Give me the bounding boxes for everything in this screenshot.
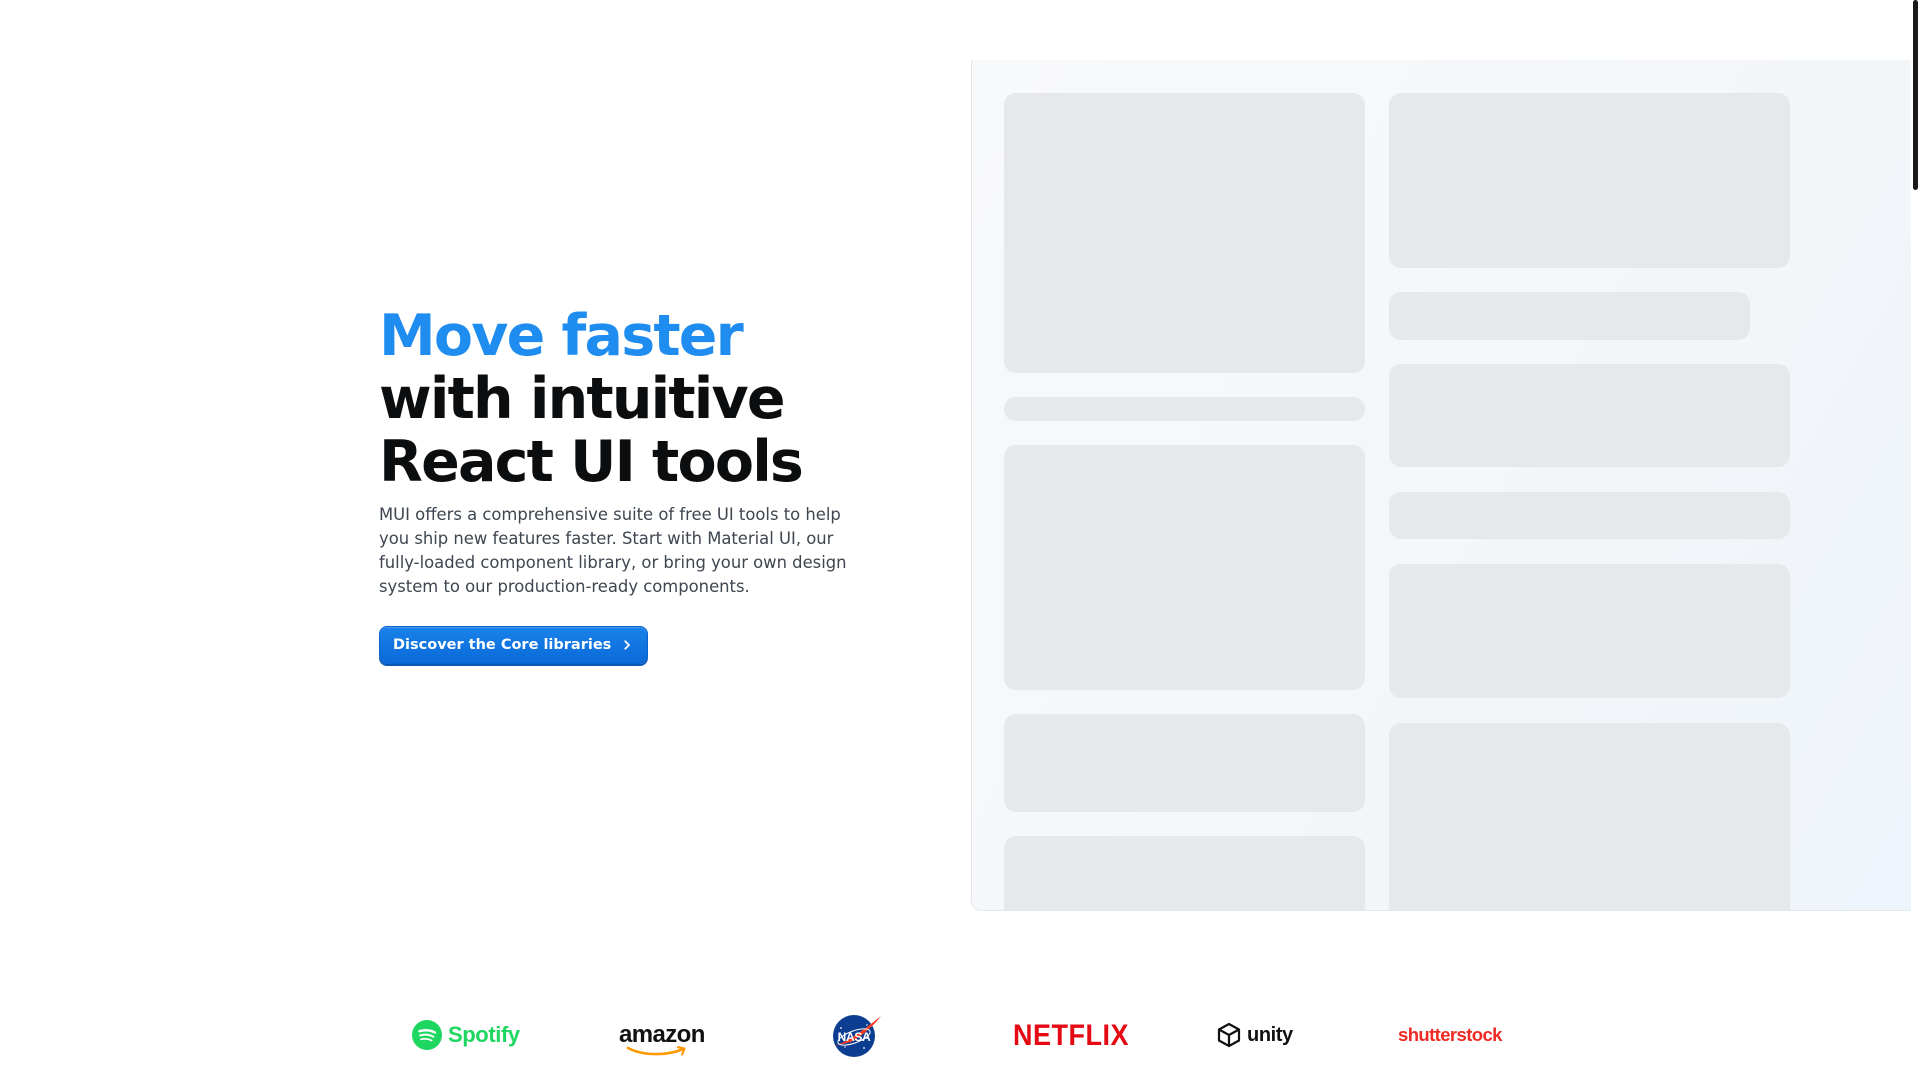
skeleton-bar [1389, 492, 1790, 539]
unity-logo: unity [1216, 1005, 1293, 1065]
discover-core-libraries-button[interactable]: Discover the Core libraries [379, 626, 649, 664]
spotify-wordmark: Spotify [448, 1022, 520, 1047]
netflix-wordmark: NETFLIX [1013, 1017, 1129, 1051]
unity-cube-icon [1217, 1022, 1241, 1048]
amazon-logo: amazon [619, 1005, 705, 1065]
skeleton-card [1389, 723, 1790, 910]
skeleton-card [1004, 714, 1365, 812]
amazon-smile-icon [626, 1046, 686, 1056]
nasa-wordmark: NASA [838, 1030, 871, 1044]
headline-line-2: with intuitive [379, 366, 786, 432]
skeleton-bar [1389, 292, 1750, 340]
skeleton-card [1389, 364, 1790, 467]
cta-label: Discover the Core libraries [393, 637, 612, 653]
headline-accent: Move faster [379, 303, 744, 369]
skeleton-card [1389, 93, 1790, 268]
nasa-meatball-icon: NASA [833, 1015, 881, 1057]
shutterstock-wordmark: shutterstock [1398, 1024, 1502, 1045]
chevron-right-icon [624, 640, 631, 650]
nasa-logo: NASA [831, 1005, 883, 1065]
skeleton-card [1004, 93, 1365, 373]
component-showcase [971, 60, 1912, 911]
hero-text-block: Move faster with intuitive React UI tool… [379, 305, 879, 599]
spotify-logo: Spotify [412, 1005, 520, 1065]
spotify-icon [412, 1020, 442, 1050]
shutterstock-logo: shutterstock [1398, 1005, 1502, 1065]
unity-wordmark: unity [1247, 1023, 1293, 1046]
customer-logos: Spotify amazon NASA NETFLIX unity shutte… [0, 1005, 1911, 1065]
skeleton-card [1389, 564, 1790, 698]
skeleton-card [1004, 836, 1365, 910]
skeleton-bar [1004, 397, 1365, 421]
scrollbar-thumb[interactable] [1913, 0, 1918, 190]
headline-line-3: React UI tools [379, 429, 804, 495]
hero-headline: Move faster with intuitive React UI tool… [379, 305, 879, 494]
skeleton-card [1004, 445, 1365, 690]
page-scrollbar[interactable] [1911, 0, 1920, 1080]
netflix-logo: NETFLIX [1013, 1005, 1129, 1065]
hero-description: MUI offers a comprehensive suite of free… [379, 505, 847, 596]
landing-page: Move faster with intuitive React UI tool… [0, 0, 1920, 1080]
